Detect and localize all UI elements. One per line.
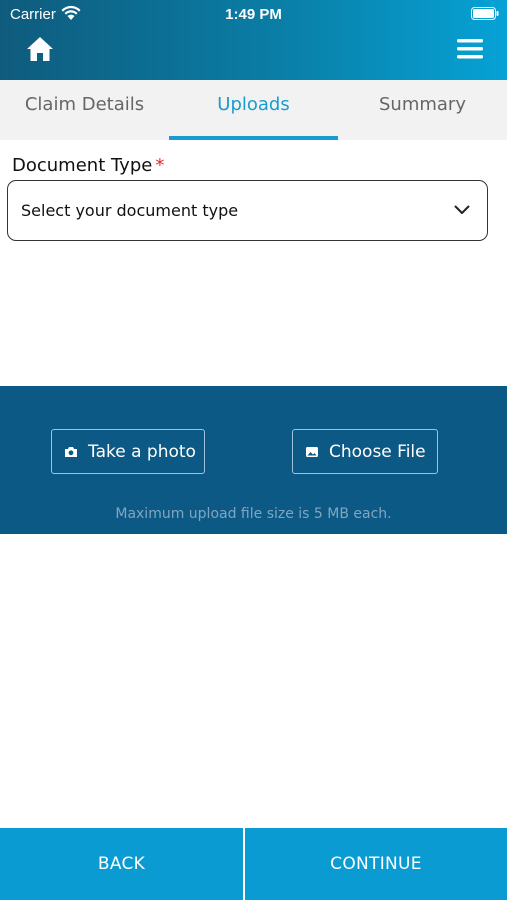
take-photo-label: Take a photo xyxy=(88,441,196,462)
camera-icon xyxy=(65,446,77,457)
required-marker: * xyxy=(155,155,165,176)
tab-bar: Claim Details Uploads Summary xyxy=(0,80,507,140)
hamburger-menu-icon[interactable] xyxy=(457,38,483,60)
upload-panel: Take a photo Choose File Maximum upload … xyxy=(0,386,507,534)
document-type-select[interactable]: Select your document type xyxy=(7,180,488,241)
footer-bar: BACK CONTINUE xyxy=(0,828,507,900)
battery-icon xyxy=(471,7,499,20)
take-photo-button[interactable]: Take a photo xyxy=(51,429,205,474)
document-type-placeholder: Select your document type xyxy=(21,201,239,220)
continue-button[interactable]: CONTINUE xyxy=(245,828,507,900)
upload-size-note: Maximum upload file size is 5 MB each. xyxy=(115,506,392,522)
tab-uploads[interactable]: Uploads xyxy=(169,80,338,140)
back-button[interactable]: BACK xyxy=(0,828,243,900)
image-icon xyxy=(306,446,318,457)
chevron-down-icon xyxy=(454,205,470,214)
home-icon[interactable] xyxy=(25,35,55,63)
tab-claim-details[interactable]: Claim Details xyxy=(0,80,169,140)
app-header: Carrier 1:49 PM xyxy=(0,0,507,80)
tab-summary[interactable]: Summary xyxy=(338,80,507,140)
choose-file-label: Choose File xyxy=(329,441,426,462)
status-bar: Carrier 1:49 PM xyxy=(0,0,507,28)
choose-file-button[interactable]: Choose File xyxy=(292,429,438,474)
document-type-label-text: Document Type xyxy=(12,155,153,176)
status-time: 1:49 PM xyxy=(225,6,282,23)
document-type-label: Document Type * xyxy=(12,155,164,176)
